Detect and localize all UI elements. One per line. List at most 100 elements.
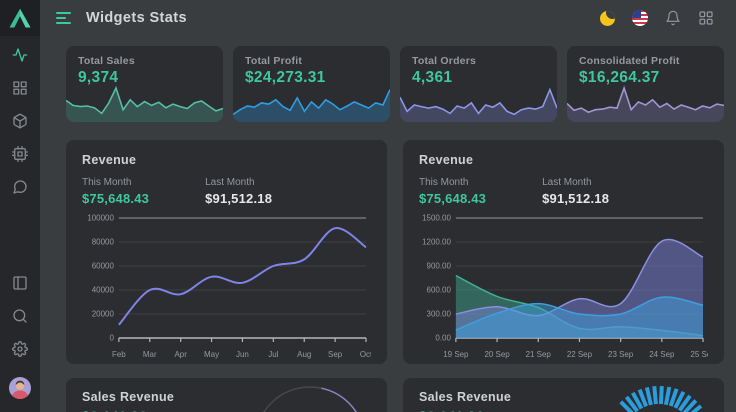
svg-text:60000: 60000 — [92, 261, 115, 270]
stat-label: Consolidated Profit — [579, 55, 712, 67]
svg-text:Aug: Aug — [297, 350, 311, 359]
svg-text:May: May — [204, 350, 219, 359]
stat-label: Total Sales — [78, 55, 211, 67]
svg-text:20 Sep: 20 Sep — [484, 350, 510, 359]
header-actions — [600, 10, 714, 26]
svg-text:Jul: Jul — [268, 350, 278, 359]
svg-text:Jun: Jun — [236, 350, 249, 359]
grid-menu-icon — [698, 10, 714, 26]
sidebar-bottom-nav — [0, 266, 40, 365]
svg-text:Feb: Feb — [112, 350, 126, 359]
revenue-area-chart[interactable]: 1500.00 1200.00 900.00 600.00 300.00 0.00 19 S… — [419, 211, 708, 361]
sidebar-nav — [0, 38, 40, 203]
sidebar-item-search[interactable] — [0, 299, 40, 332]
settings-gear-icon — [12, 341, 28, 357]
svg-text:300.00: 300.00 — [427, 309, 452, 318]
content: Total Sales 9,374 Total Profit $24,273.3… — [40, 36, 736, 412]
stat-card-total-orders[interactable]: Total Orders 4,361 — [400, 46, 557, 122]
apps-menu-button[interactable] — [698, 10, 714, 26]
svg-text:19 Sep: 19 Sep — [443, 350, 469, 359]
stats-row: Total Sales 9,374 Total Profit $24,273.3… — [66, 46, 724, 122]
notifications-button[interactable] — [665, 10, 681, 26]
bell-icon — [665, 10, 681, 26]
svg-text:21 Sep: 21 Sep — [526, 350, 552, 359]
stat-card-total-profit[interactable]: Total Profit $24,273.31 — [233, 46, 390, 122]
us-flag-icon[interactable] — [632, 10, 648, 26]
activity-icon — [12, 47, 28, 63]
stat-card-total-sales[interactable]: Total Sales 9,374 — [66, 46, 223, 122]
sidebar-item-products[interactable] — [0, 104, 40, 137]
grid-icon — [12, 80, 28, 96]
consolidated-profit-sparkline — [567, 82, 724, 122]
box-icon — [12, 113, 28, 129]
svg-text:Oct: Oct — [360, 350, 371, 359]
svg-text:1500.00: 1500.00 — [422, 213, 451, 222]
svg-text:25 Sep: 25 Sep — [690, 350, 708, 359]
layout-icon — [12, 275, 28, 291]
svg-text:Apr: Apr — [174, 350, 187, 359]
revenue-line-chart[interactable]: 100000800006000040000200000FebMarAprMayJ… — [82, 211, 371, 361]
stat-card-consolidated-profit[interactable]: Consolidated Profit $16,264.37 — [567, 46, 724, 122]
sales-revenue-card-2: Sales Revenue $9,641.26 — [403, 378, 724, 412]
this-month-label: This Month — [419, 177, 486, 188]
sidebar-item-layout[interactable] — [0, 266, 40, 299]
cpu-icon — [12, 146, 28, 162]
sidebar-item-apps[interactable] — [0, 137, 40, 170]
svg-text:100000: 100000 — [87, 213, 114, 222]
tick-gauge — [584, 378, 724, 412]
sales-revenue-card-1: Sales Revenue $9,641.26 — [66, 378, 387, 412]
chat-icon — [12, 179, 28, 195]
svg-text:23 Sep: 23 Sep — [608, 350, 634, 359]
app-logo[interactable] — [0, 0, 40, 36]
total-profit-sparkline — [233, 82, 390, 122]
svg-text:900.00: 900.00 — [427, 261, 452, 270]
last-month-block: Last Month $91,512.18 — [542, 177, 609, 206]
svg-text:Mar: Mar — [143, 350, 157, 359]
stat-label: Total Orders — [412, 55, 545, 67]
this-month-value: $75,648.43 — [419, 191, 486, 206]
page-title: Widgets Stats — [86, 10, 187, 26]
sidebar-item-settings[interactable] — [0, 332, 40, 365]
donut-gauge — [235, 378, 375, 412]
last-month-value: $91,512.18 — [542, 191, 609, 206]
revenue-summary: This Month $75,648.43 Last Month $91,512… — [82, 177, 371, 206]
logo-triangle-icon — [5, 5, 35, 32]
stat-label: Total Profit — [245, 55, 378, 67]
svg-text:Sep: Sep — [328, 350, 343, 359]
svg-text:0: 0 — [109, 333, 114, 342]
sidebar-item-widgets[interactable] — [0, 71, 40, 104]
this-month-label: This Month — [82, 177, 149, 188]
sidebar-item-dashboard[interactable] — [0, 38, 40, 71]
header: Widgets Stats — [40, 0, 736, 36]
svg-text:20000: 20000 — [92, 309, 115, 318]
avatar-image — [9, 377, 31, 399]
last-month-value: $91,512.18 — [205, 191, 272, 206]
svg-text:24 Sep: 24 Sep — [649, 350, 675, 359]
last-month-label: Last Month — [205, 177, 272, 188]
last-month-block: Last Month $91,512.18 — [205, 177, 272, 206]
total-orders-sparkline — [400, 82, 557, 122]
bottom-row: Sales Revenue $9,641.26 Sales Revenue $9… — [66, 378, 724, 412]
menu-toggle-button[interactable] — [56, 12, 71, 24]
revenue-area-card: Revenue This Month $75,648.43 Last Month… — [403, 140, 724, 364]
svg-text:1200.00: 1200.00 — [422, 237, 451, 246]
search-icon — [12, 308, 28, 324]
svg-text:600.00: 600.00 — [427, 285, 452, 294]
this-month-value: $75,648.43 — [82, 191, 149, 206]
this-month-block: This Month $75,648.43 — [419, 177, 486, 206]
last-month-label: Last Month — [542, 177, 609, 188]
svg-text:0.00: 0.00 — [435, 333, 451, 342]
revenue-summary: This Month $75,648.43 Last Month $91,512… — [419, 177, 708, 206]
card-title: Revenue — [419, 153, 708, 167]
main-area: Widgets Stats Total Sales 9,374 Total Pr… — [40, 0, 736, 412]
charts-row: Revenue This Month $75,648.43 Last Month… — [66, 140, 724, 364]
sidebar — [0, 0, 40, 412]
total-sales-sparkline — [66, 82, 223, 122]
sidebar-item-chat[interactable] — [0, 170, 40, 203]
user-avatar[interactable] — [9, 377, 31, 399]
this-month-block: This Month $75,648.43 — [82, 177, 149, 206]
moon-icon[interactable] — [600, 11, 615, 26]
svg-text:80000: 80000 — [92, 237, 115, 246]
svg-text:22 Sep: 22 Sep — [567, 350, 593, 359]
card-title: Revenue — [82, 153, 371, 167]
